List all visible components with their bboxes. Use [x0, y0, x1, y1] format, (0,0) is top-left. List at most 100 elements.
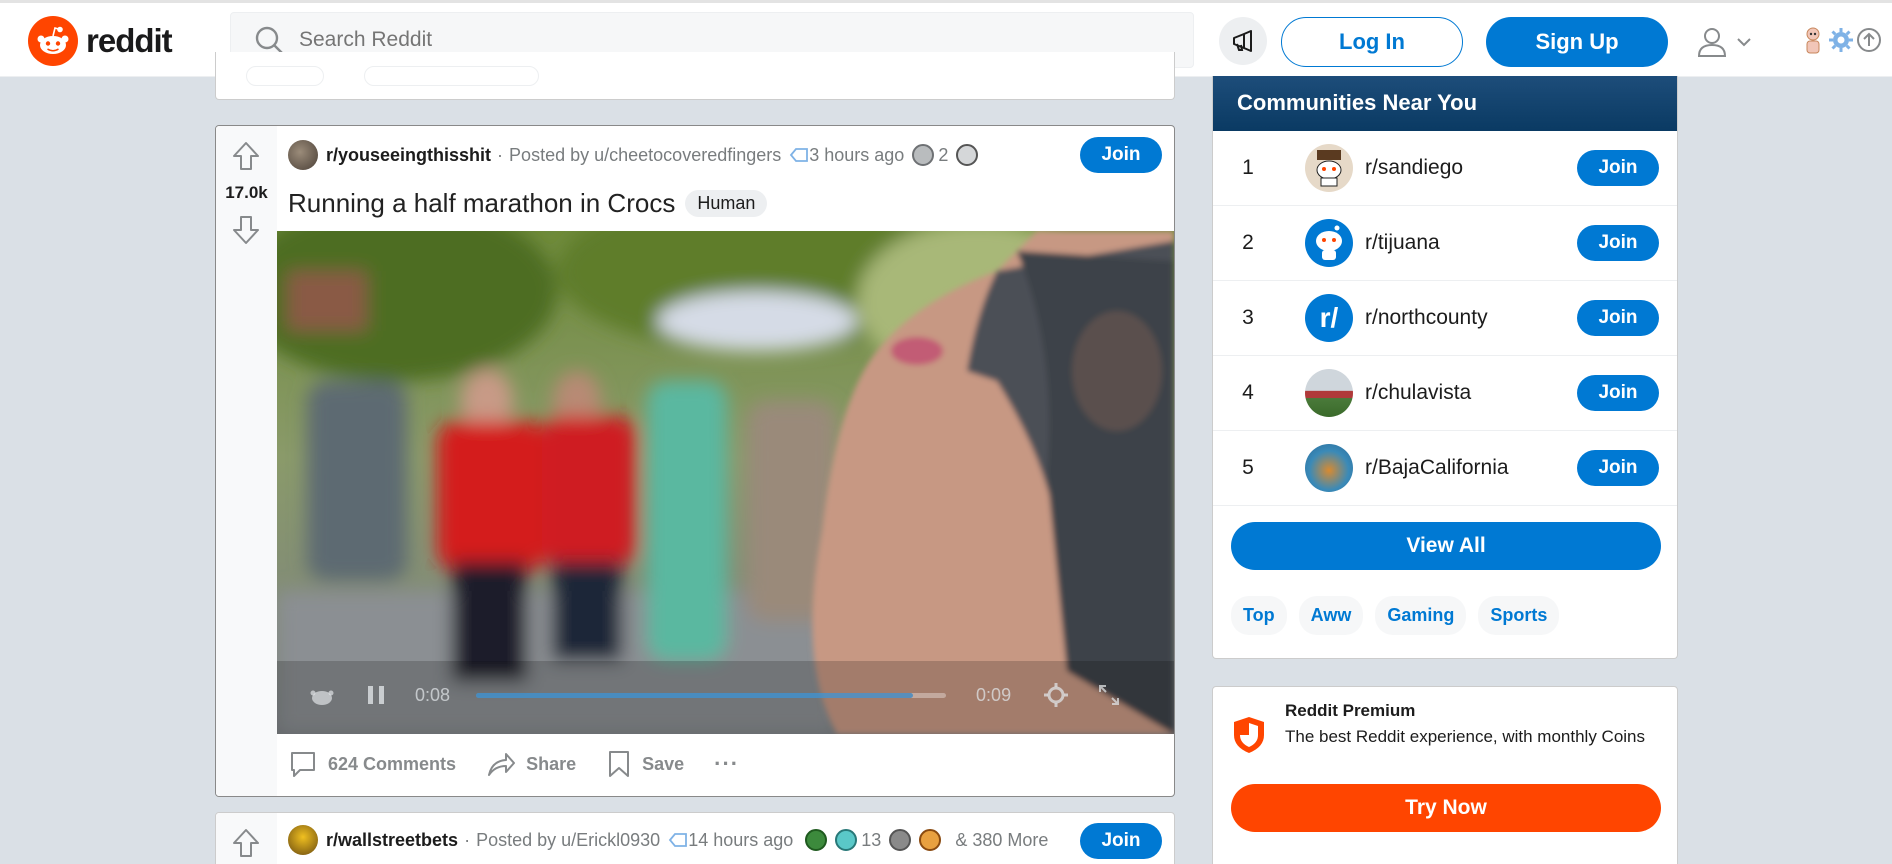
- share-label: Share: [526, 753, 577, 774]
- previous-post-card: [215, 52, 1175, 100]
- comments-button[interactable]: 624 Comments: [288, 749, 456, 779]
- post-action-bar: 624 Comments Share Save ···: [288, 744, 769, 784]
- reddit-snoo-icon[interactable]: [309, 683, 335, 707]
- community-row[interactable]: 3 r/ r/northcounty Join: [1213, 281, 1677, 356]
- award-turtle-icon[interactable]: [805, 829, 828, 851]
- view-all-button[interactable]: View All: [1231, 522, 1661, 570]
- topic-chip-gaming[interactable]: Gaming: [1375, 596, 1467, 635]
- search-input[interactable]: [299, 28, 1099, 52]
- browser-extension-icons: [1800, 25, 1882, 55]
- post-meta: r/wallstreetbets · Posted by u/Erickl093…: [288, 825, 1048, 855]
- vote-column: 17.0k: [216, 126, 277, 796]
- community-row[interactable]: 2 r/tijuana Join: [1213, 206, 1677, 281]
- video-player[interactable]: 0:08 0:09: [277, 231, 1174, 734]
- post-time[interactable]: 3 hours ago: [809, 145, 904, 166]
- topic-chip-aww[interactable]: Aww: [1298, 596, 1364, 635]
- community-name[interactable]: r/chulavista: [1365, 381, 1577, 405]
- community-row[interactable]: 1 r/sandiego Join: [1213, 131, 1677, 206]
- community-row[interactable]: 4 r/chulavista Join: [1213, 356, 1677, 431]
- join-community-button[interactable]: Join: [1577, 450, 1659, 486]
- author-link[interactable]: u/cheetocoveredfingers: [594, 145, 781, 166]
- snoo-avatar-icon: [1316, 225, 1342, 260]
- video-progress-bar[interactable]: [476, 692, 947, 698]
- join-community-button[interactable]: Join: [1577, 150, 1659, 186]
- arrow-up-circle-icon[interactable]: [1856, 27, 1882, 53]
- community-avatar[interactable]: [1305, 444, 1353, 492]
- join-community-button[interactable]: Join: [1577, 375, 1659, 411]
- reddit-logo[interactable]: reddit: [28, 16, 173, 66]
- advertise-megaphone-button[interactable]: [1219, 17, 1267, 65]
- meta-separator: ·: [497, 144, 504, 165]
- join-community-button[interactable]: Join: [1577, 300, 1659, 336]
- video-controls: 0:08 0:09: [277, 656, 1174, 734]
- join-community-button[interactable]: Join: [1577, 225, 1659, 261]
- chevron-down-icon: [1737, 38, 1751, 47]
- video-progress-fill: [476, 692, 914, 698]
- award-helpful-icon[interactable]: [835, 829, 858, 851]
- snoo-avatar-icon: [1316, 150, 1342, 187]
- upvote-arrow-icon[interactable]: [231, 827, 261, 859]
- bookmark-icon: [609, 751, 630, 777]
- community-name[interactable]: r/tijuana: [1365, 231, 1577, 255]
- post-meta: r/youseeingthisshit · Posted by u/cheeto…: [288, 140, 979, 170]
- post-title[interactable]: Running a half marathon in Crocs Human: [288, 188, 768, 219]
- vote-count: 17.0k: [225, 183, 268, 202]
- community-avatar[interactable]: [1305, 369, 1353, 417]
- topic-chip-sports[interactable]: Sports: [1478, 596, 1560, 635]
- tag-icon: [669, 833, 688, 847]
- try-now-button[interactable]: Try Now: [1231, 784, 1661, 832]
- subreddit-link[interactable]: r/youseeingthisshit: [326, 145, 491, 166]
- community-rank: 2: [1242, 231, 1254, 254]
- more-options-icon: ···: [714, 751, 740, 776]
- award-coin-icon[interactable]: [956, 144, 979, 166]
- post-card[interactable]: 17.0k r/youseeingthisshit · Posted by u/…: [215, 125, 1175, 797]
- communities-title: Communities Near You: [1237, 90, 1478, 115]
- more-awards-label[interactable]: & 380 More: [955, 830, 1048, 851]
- upvote-arrow-icon[interactable]: [231, 140, 261, 172]
- save-button[interactable]: Save: [606, 749, 684, 779]
- subreddit-link[interactable]: r/wallstreetbets: [326, 830, 458, 851]
- reddit-snoo-icon: [28, 16, 78, 66]
- subreddit-avatar[interactable]: [288, 140, 318, 170]
- settings-gear-icon[interactable]: [1043, 682, 1069, 708]
- settings-gear-icon[interactable]: [1828, 27, 1854, 53]
- community-avatar[interactable]: [1305, 219, 1353, 267]
- post-time[interactable]: 14 hours ago: [688, 830, 793, 851]
- community-avatar[interactable]: [1305, 144, 1353, 192]
- reddit-premium-card: Reddit Premium The best Reddit experienc…: [1212, 686, 1678, 864]
- share-button[interactable]: Share: [486, 749, 576, 779]
- community-name[interactable]: r/BajaCalifornia: [1365, 456, 1577, 480]
- author-link[interactable]: u/Erickl0930: [561, 830, 660, 851]
- signup-button[interactable]: Sign Up: [1486, 17, 1668, 67]
- downvote-arrow-icon[interactable]: [231, 214, 261, 246]
- community-row[interactable]: 5 r/BajaCalifornia Join: [1213, 431, 1677, 506]
- community-rank: 1: [1242, 156, 1254, 179]
- premium-shield-icon: [1234, 717, 1264, 753]
- community-name[interactable]: r/northcounty: [1365, 306, 1577, 330]
- previous-post-pill: [246, 66, 324, 86]
- community-rank: 5: [1242, 456, 1254, 479]
- megaphone-icon: [1233, 30, 1252, 52]
- award-moon-icon[interactable]: [889, 829, 912, 851]
- award-count: 13: [861, 829, 882, 850]
- join-subreddit-button[interactable]: Join: [1080, 137, 1162, 173]
- snoo-extension-icon[interactable]: [1800, 25, 1826, 55]
- award-silver-icon[interactable]: [912, 144, 935, 166]
- award-fire-icon[interactable]: [919, 829, 942, 851]
- join-subreddit-button[interactable]: Join: [1080, 823, 1162, 859]
- post-flair[interactable]: Human: [685, 190, 768, 217]
- community-avatar[interactable]: r/: [1305, 294, 1353, 342]
- more-options-button[interactable]: ···: [714, 751, 739, 777]
- topic-chip-top[interactable]: Top: [1231, 596, 1287, 635]
- subreddit-avatar[interactable]: [288, 825, 318, 855]
- login-button[interactable]: Log In: [1281, 17, 1463, 67]
- vote-column: [216, 813, 277, 864]
- user-dropdown-button[interactable]: [1696, 23, 1756, 61]
- pause-icon[interactable]: [365, 683, 387, 707]
- post-card[interactable]: r/wallstreetbets · Posted by u/Erickl093…: [215, 812, 1175, 864]
- community-name[interactable]: r/sandiego: [1365, 156, 1577, 180]
- communities-banner: Communities Near You: [1213, 76, 1677, 131]
- fullscreen-icon[interactable]: [1097, 683, 1121, 707]
- post-title-text[interactable]: Running a half marathon in Crocs: [288, 188, 675, 219]
- user-icon: [1697, 28, 1727, 57]
